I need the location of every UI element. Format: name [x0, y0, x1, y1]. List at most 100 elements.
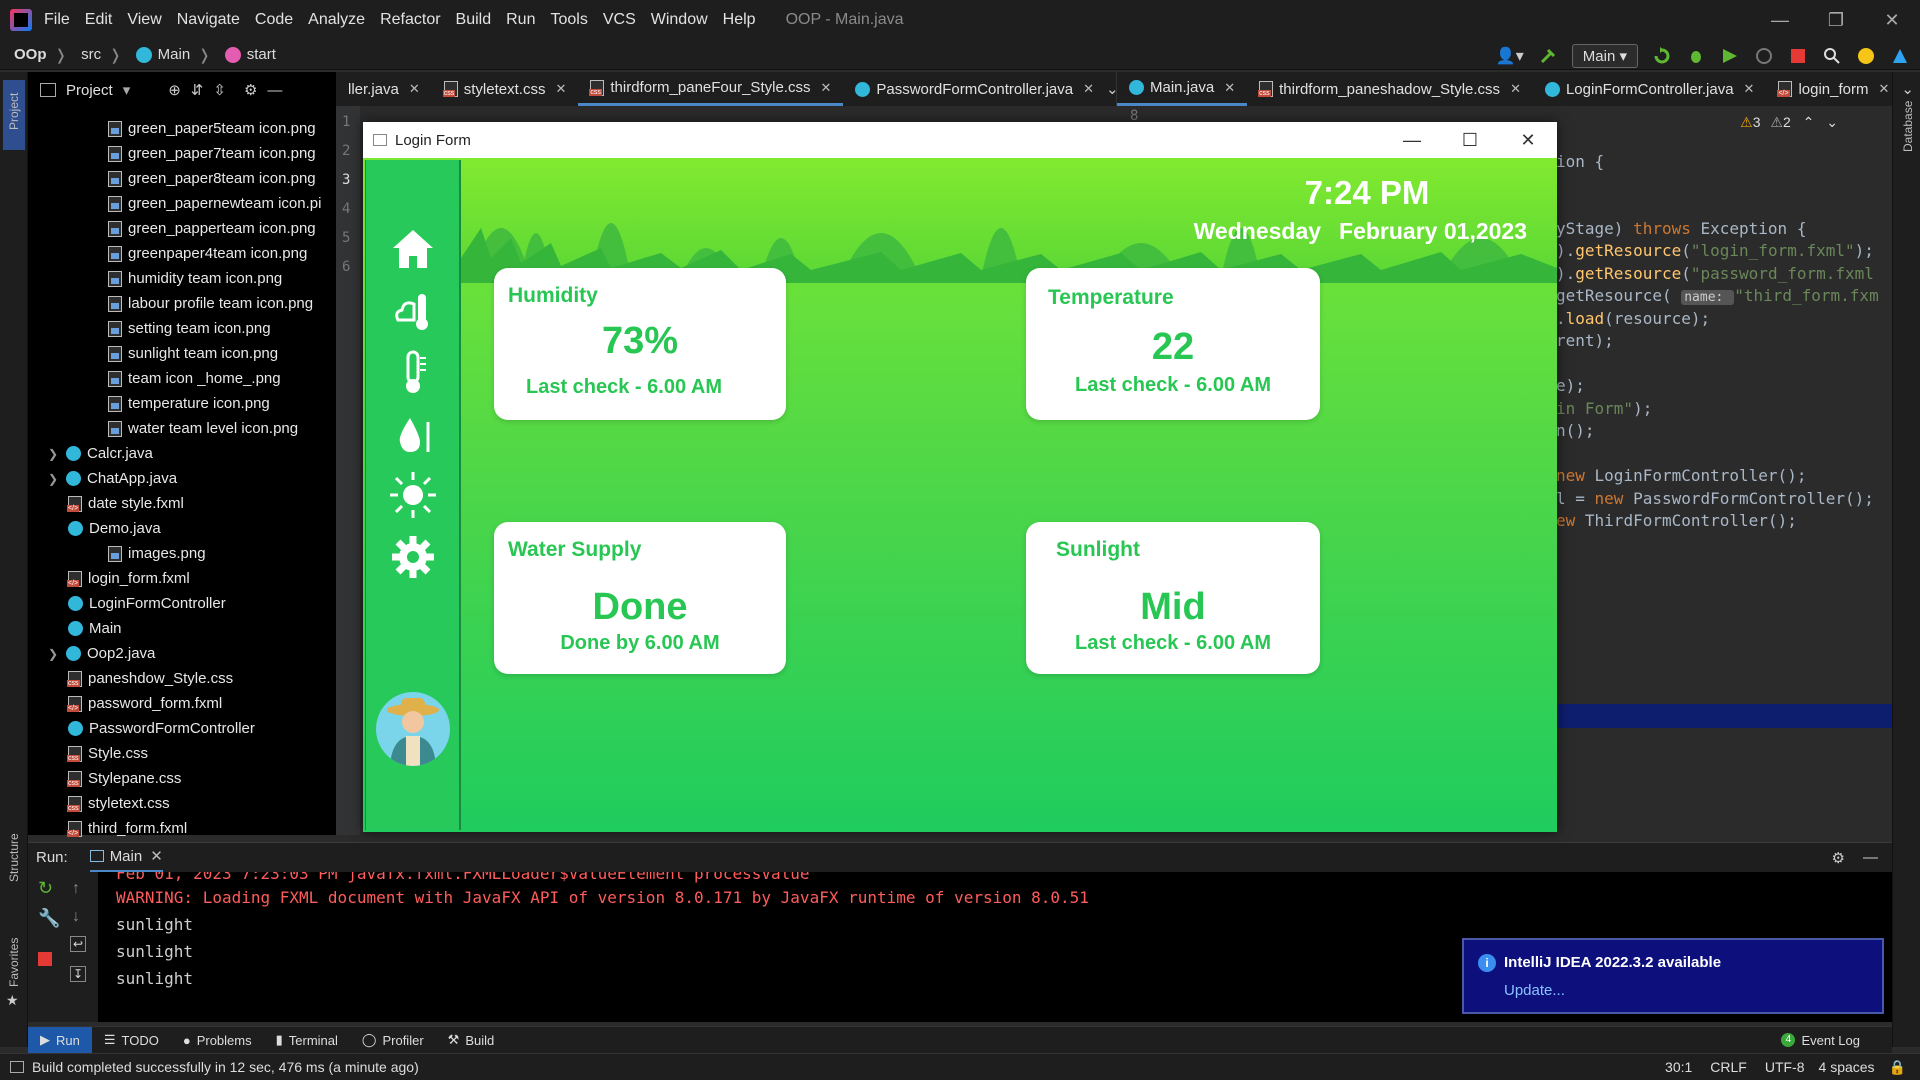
editor-tab[interactable]: PasswordFormController.java ✕: [843, 72, 1106, 106]
project-tree-item[interactable]: PasswordFormController: [28, 716, 336, 741]
editor-tab[interactable]: styletext.css ✕: [432, 72, 579, 106]
debug-icon[interactable]: [1686, 46, 1706, 66]
humidity-card[interactable]: Humidity 73% Last check - 6.00 AM: [494, 268, 786, 420]
sunlight-card[interactable]: Sunlight Mid Last check - 6.00 AM: [1026, 522, 1320, 674]
project-tree-item[interactable]: humidity team icon.png: [28, 266, 336, 291]
tab-list-icon[interactable]: ⌄: [1901, 80, 1914, 98]
restore-icon[interactable]: ❐: [1808, 0, 1864, 40]
event-log-button[interactable]: 4 Event Log: [1769, 1027, 1872, 1054]
hide-panel-icon[interactable]: —: [267, 82, 282, 99]
chevron-up-icon[interactable]: ⌃: [1803, 114, 1815, 130]
build-hammer-icon[interactable]: [1538, 46, 1558, 66]
menu-run[interactable]: Run: [506, 11, 535, 29]
scroll-to-end-icon[interactable]: ↧: [70, 966, 87, 982]
close-tab-icon[interactable]: ✕: [1224, 80, 1235, 96]
file-encoding[interactable]: UTF-8: [1765, 1059, 1805, 1075]
close-tab-icon[interactable]: ✕: [820, 80, 831, 96]
close-tab-icon[interactable]: ✕: [1879, 81, 1890, 97]
wrench-icon[interactable]: 🔧: [38, 908, 60, 929]
project-tree-item[interactable]: Style.css: [28, 741, 336, 766]
project-tree-item[interactable]: setting team icon.png: [28, 316, 336, 341]
project-tree-item[interactable]: green_paper5team icon.png: [28, 116, 336, 141]
project-tree-item[interactable]: images.png: [28, 541, 336, 566]
rerun-icon[interactable]: [1652, 46, 1672, 66]
soft-wrap-icon[interactable]: ↩: [70, 936, 87, 952]
update-link[interactable]: Update...: [1504, 982, 1565, 999]
stop-icon[interactable]: [38, 952, 52, 966]
editor-tab[interactable]: thirdform_paneFour_Style.css ✕: [578, 72, 844, 106]
user-icon[interactable]: 👤▾: [1496, 46, 1524, 66]
project-tree-item[interactable]: styletext.css: [28, 791, 336, 816]
inspection-widget[interactable]: ⚠3 ⚠2 ⌃ ⌄: [1740, 114, 1838, 131]
water-supply-card[interactable]: Water Supply Done Done by 6.00 AM: [494, 522, 786, 674]
settings-icon[interactable]: [388, 532, 438, 582]
menu-file[interactable]: File: [44, 11, 70, 29]
menu-analyze[interactable]: Analyze: [308, 11, 365, 29]
editor-tab[interactable]: thirdform_paneshadow_Style.css ✕: [1247, 72, 1533, 106]
expand-all-icon[interactable]: ⇵: [191, 81, 204, 99]
editor-tab[interactable]: ller.java ✕: [336, 72, 432, 106]
project-tree-item[interactable]: paneshdow_Style.css: [28, 666, 336, 691]
home-icon[interactable]: [388, 224, 438, 274]
tool-tab-problems[interactable]: ● Problems: [171, 1027, 264, 1054]
gear-icon[interactable]: ⚙: [1832, 849, 1845, 867]
expand-arrow-icon[interactable]: ❯: [48, 472, 60, 486]
close-icon[interactable]: ✕: [1499, 122, 1557, 158]
editor-tab[interactable]: login_form ✕: [1766, 72, 1901, 106]
close-icon[interactable]: ✕: [1864, 0, 1920, 40]
tool-tab-build[interactable]: ⚒ Build: [436, 1027, 507, 1054]
project-tree-item[interactable]: date style.fxml: [28, 491, 336, 516]
updates-icon[interactable]: [1856, 46, 1876, 66]
expand-arrow-icon[interactable]: ❯: [48, 447, 60, 461]
coverage-icon[interactable]: [1720, 46, 1740, 66]
project-tree-item[interactable]: LoginFormController: [28, 591, 336, 616]
collapse-all-icon[interactable]: ⇳: [213, 81, 226, 99]
favorites-tool-label[interactable]: Favorites: [7, 938, 21, 987]
expand-arrow-icon[interactable]: ❯: [48, 647, 60, 661]
project-view-select[interactable]: Project: [66, 82, 113, 99]
menu-build[interactable]: Build: [456, 11, 492, 29]
project-tree-item[interactable]: Main: [28, 616, 336, 641]
run-configuration-select[interactable]: Main ▾: [1571, 44, 1638, 68]
maximize-icon[interactable]: ☐: [1441, 122, 1499, 158]
project-tree-item[interactable]: third_form.fxml: [28, 816, 336, 841]
stop-icon[interactable]: [1788, 46, 1808, 66]
project-tree-item[interactable]: labour profile team icon.png: [28, 291, 336, 316]
project-tree-item[interactable]: ❯ Calcr.java: [28, 441, 336, 466]
project-tree-item[interactable]: ❯ Oop2.java: [28, 641, 336, 666]
project-tree-item[interactable]: password_form.fxml: [28, 691, 336, 716]
status-toggle-icon[interactable]: [10, 1061, 24, 1073]
locate-icon[interactable]: ⊕: [168, 81, 181, 99]
menu-view[interactable]: View: [127, 11, 161, 29]
project-tree-item[interactable]: green_paper7team icon.png: [28, 141, 336, 166]
run-tab-main[interactable]: Main ✕: [89, 843, 163, 873]
hide-panel-icon[interactable]: —: [1863, 849, 1878, 866]
chevron-down-icon[interactable]: ⌄: [1826, 114, 1838, 130]
search-icon[interactable]: [1822, 46, 1842, 66]
project-tree-item[interactable]: ❯ ChatApp.java: [28, 466, 336, 491]
tool-tab-todo[interactable]: ☰ TODO: [92, 1027, 171, 1054]
menu-navigate[interactable]: Navigate: [177, 11, 240, 29]
project-tree-item[interactable]: login_form.fxml: [28, 566, 336, 591]
lock-icon[interactable]: 🔒: [1889, 1059, 1906, 1076]
indent-setting[interactable]: 4 spaces: [1819, 1059, 1875, 1075]
breadcrumb-src[interactable]: src ❭: [81, 46, 122, 64]
project-tree-item[interactable]: Stylepane.css: [28, 766, 336, 791]
weather-icon[interactable]: [388, 284, 438, 334]
close-tab-icon[interactable]: ✕: [1083, 81, 1094, 97]
menu-tools[interactable]: Tools: [550, 11, 587, 29]
close-tab-icon[interactable]: ✕: [1744, 81, 1755, 97]
project-tool-label[interactable]: Project: [7, 93, 21, 130]
tool-tab-run[interactable]: ▶ Run: [28, 1026, 92, 1054]
close-tab-icon[interactable]: ✕: [1510, 81, 1521, 97]
menu-window[interactable]: Window: [651, 11, 708, 29]
project-tree-item[interactable]: sunlight team icon.png: [28, 341, 336, 366]
breadcrumb-project[interactable]: OOp ❭: [14, 46, 67, 64]
close-tab-icon[interactable]: ✕: [555, 81, 566, 97]
menu-vcs[interactable]: VCS: [603, 11, 636, 29]
temperature-card[interactable]: Temperature 22 Last check - 6.00 AM: [1026, 268, 1320, 420]
down-arrow-icon[interactable]: ↓: [72, 908, 80, 926]
thermometer-icon[interactable]: [388, 346, 438, 396]
line-separator[interactable]: CRLF: [1710, 1059, 1747, 1075]
water-drop-icon[interactable]: [388, 408, 438, 458]
